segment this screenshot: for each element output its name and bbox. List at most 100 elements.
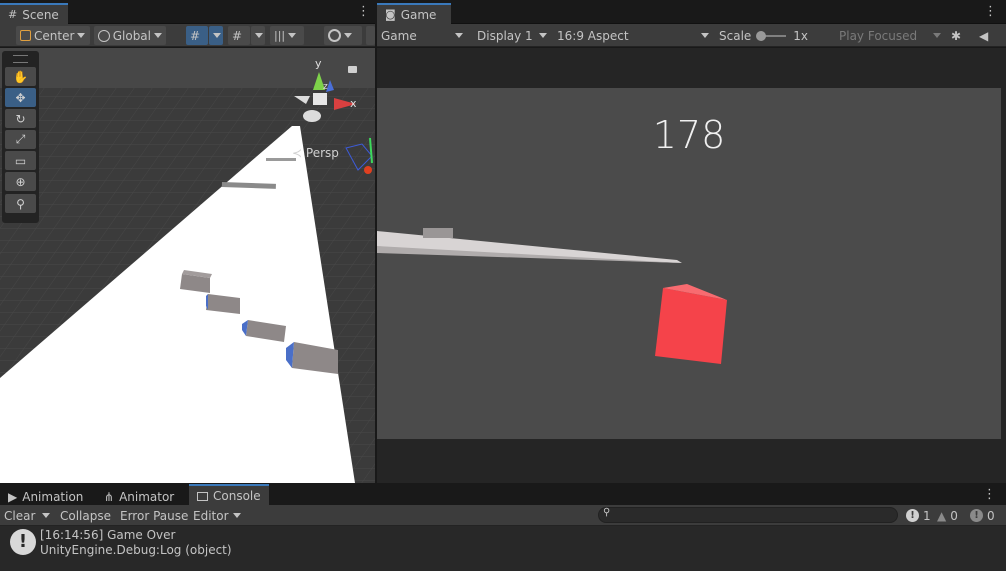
clear-options-dropdown[interactable] [38,506,54,525]
shading-sphere-icon [328,29,341,42]
error-pause-label: Error Pause [120,508,189,523]
game-viewport[interactable]: 178 [377,48,1006,483]
scene-tabbar: # Scene ⋮ [0,0,375,24]
tool-palette-handle[interactable] [13,55,28,63]
chevron-down-icon [255,33,263,38]
lock-icon[interactable] [348,66,357,73]
console-search-input[interactable]: ⚲ [598,507,898,523]
display-select[interactable]: Display 1 [473,26,551,45]
clear-label: Clear [4,508,36,523]
info-icon: ! [906,509,919,522]
shading-mode-dropdown[interactable] [324,26,362,45]
increment-snap-dropdown[interactable] [251,26,265,45]
space-dropdown[interactable]: Global [94,26,166,45]
game-tabbar: ◙ Game ⋮ [377,0,1006,24]
perspective-icon: ≺ [292,146,303,160]
log-message: [16:14:56] Game Over [40,528,176,542]
grid-snap-toggle[interactable]: # [186,26,208,45]
game-menu-icon[interactable]: ⋮ [984,4,997,20]
tab-animation[interactable]: ▶ Animation [0,486,91,507]
play-mode-label: Play Focused [839,28,918,43]
tab-animator[interactable]: ⋔ Animator [96,486,182,507]
scene-toolbar-overflow[interactable] [366,26,375,45]
error-filter-toggle[interactable]: ! 0 [966,506,999,525]
chevron-down-icon [288,33,297,38]
scene-viewport[interactable]: y x z ≺ Persp ✋ ✥ ↻ ⤢ ▭ ⊕ ⚲ [0,48,375,483]
tab-animation-label: Animation [22,489,84,504]
animation-icon: ▶ [8,489,18,504]
search-icon: ⚲ [603,507,611,518]
speaker-icon: ◀ [979,28,989,43]
pivot-center-icon [20,30,31,41]
tab-game-label: Game [400,7,437,22]
scale-slider-thumb[interactable] [756,30,767,41]
transform-tool-icon[interactable]: ⊕ [5,172,36,191]
info-filter-toggle[interactable]: ! 1 [902,506,935,525]
chevron-down-icon [42,513,50,518]
grid-visibility-dropdown[interactable]: ||| [270,26,304,45]
error-pause-toggle[interactable]: Error Pause [116,506,192,525]
aspect-label: 16:9 Aspect [557,28,629,43]
scale-tool-icon[interactable]: ⤢ [5,130,36,149]
editor-label: Editor [193,508,229,523]
aspect-select[interactable]: 16:9 Aspect [553,26,713,45]
hand-tool-icon[interactable]: ✋ [5,67,36,86]
projection-label[interactable]: ≺ Persp [292,146,339,160]
tab-scene[interactable]: # Scene [0,3,68,24]
chevron-down-icon [455,33,463,38]
player-cube [655,284,727,364]
console-log-entry[interactable]: ! [16:14:56] Game Over UnityEngine.Debug… [0,527,1006,563]
chevron-down-icon [701,33,709,38]
console-toolbar: Clear Collapse Error Pause Editor ⚲ ! 1 … [0,505,1006,526]
console-menu-icon[interactable]: ⋮ [983,487,996,503]
scene-toolbar: Center Global # # ||| [0,24,375,47]
warning-icon: ▲ [937,508,947,523]
scene-grid-icon: # [8,8,18,21]
grid-visibility-icon: ||| [274,29,286,42]
grid-snap-icon: # [190,28,201,43]
tab-animator-label: Animator [119,489,175,504]
chevron-down-icon [232,513,241,518]
mute-audio-toggle[interactable]: ◀ [975,26,997,45]
game-canvas: 178 [377,88,1001,439]
custom-tool-icon[interactable]: ⚲ [5,194,36,213]
collapse-toggle[interactable]: Collapse [56,506,115,525]
tab-console-label: Console [213,489,261,503]
gizmo-y-label: y [315,57,322,70]
scene-menu-icon[interactable]: ⋮ [357,4,370,20]
tab-scene-label: Scene [22,7,59,22]
bottom-tabbar: ▶ Animation ⋔ Animator Console ⋮ [0,484,1006,507]
rotate-tool-icon[interactable]: ↻ [5,109,36,128]
scale-label: Scale [719,28,752,43]
pivot-label: Center [34,28,75,43]
pivot-dropdown[interactable]: Center [16,26,90,45]
tool-palette: ✋ ✥ ↻ ⤢ ▭ ⊕ ⚲ [2,51,39,223]
bug-icon: ✱ [951,28,962,43]
gamepad-icon: ◙ [385,8,396,21]
chevron-down-icon [213,33,221,38]
game-3d-render [377,228,727,364]
rect-tool-icon[interactable]: ▭ [5,151,36,170]
warning-count: 0 [950,508,958,523]
game-view-select[interactable]: Game [377,26,467,45]
game-view-label: Game [381,28,417,43]
globe-icon [98,29,110,42]
error-icon: ! [970,509,983,522]
info-log-icon: ! [10,529,36,555]
warning-filter-toggle[interactable]: ▲ 0 [933,506,962,525]
scale-control[interactable]: Scale 1x [715,26,827,45]
increment-snap-toggle[interactable]: # [228,26,250,45]
grid-snap-dropdown[interactable] [209,26,223,45]
scale-slider[interactable] [756,30,787,41]
editor-dropdown[interactable]: Editor [189,506,245,525]
display-label: Display 1 [477,28,533,43]
move-tool-icon[interactable]: ✥ [5,88,36,107]
stats-toggle[interactable]: ✱ [947,26,967,45]
tab-game[interactable]: ◙ Game [377,3,451,24]
clear-button[interactable]: Clear [0,506,36,525]
play-mode-select[interactable]: Play Focused [835,26,945,45]
collapse-label: Collapse [60,508,111,523]
space-label: Global [112,28,151,43]
log-stacktrace: UnityEngine.Debug:Log (object) [40,543,232,557]
tab-console[interactable]: Console [189,484,269,506]
